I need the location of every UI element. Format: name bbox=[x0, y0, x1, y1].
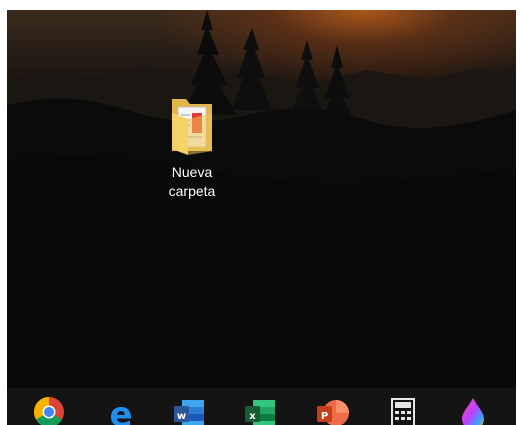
excel-icon: x bbox=[245, 400, 275, 425]
taskbar-app-word[interactable]: w bbox=[171, 396, 207, 425]
taskbar-app-calculator[interactable] bbox=[385, 396, 421, 425]
label-line-1: Nueva bbox=[171, 164, 213, 180]
svg-text:e: e bbox=[109, 396, 132, 425]
desktop-icon-label: Nueva carpeta bbox=[157, 163, 227, 201]
taskbar-app-chrome[interactable] bbox=[31, 396, 67, 425]
desktop-icon-nueva-carpeta[interactable]: Nueva carpeta bbox=[157, 93, 227, 203]
svg-text:w: w bbox=[177, 411, 186, 422]
edge-icon: e bbox=[109, 396, 132, 425]
word-icon: w bbox=[174, 400, 204, 425]
folder-icon bbox=[172, 99, 212, 155]
paint-icon bbox=[462, 398, 484, 425]
taskbar-app-paint[interactable] bbox=[455, 396, 491, 425]
wallpaper-scenery bbox=[7, 10, 516, 388]
taskbar-app-edge[interactable]: e bbox=[103, 396, 139, 425]
desktop-wallpaper: Nueva carpeta bbox=[7, 10, 516, 388]
label-line-2: carpeta bbox=[168, 183, 216, 199]
powerpoint-icon: P bbox=[317, 400, 349, 425]
taskbar: e w x P bbox=[7, 388, 516, 425]
taskbar-app-excel[interactable]: x bbox=[242, 396, 278, 425]
calculator-icon bbox=[391, 398, 415, 425]
taskbar-app-powerpoint[interactable]: P bbox=[314, 396, 350, 425]
chrome-icon bbox=[33, 397, 64, 425]
svg-text:P: P bbox=[321, 411, 328, 422]
svg-text:x: x bbox=[249, 411, 256, 422]
